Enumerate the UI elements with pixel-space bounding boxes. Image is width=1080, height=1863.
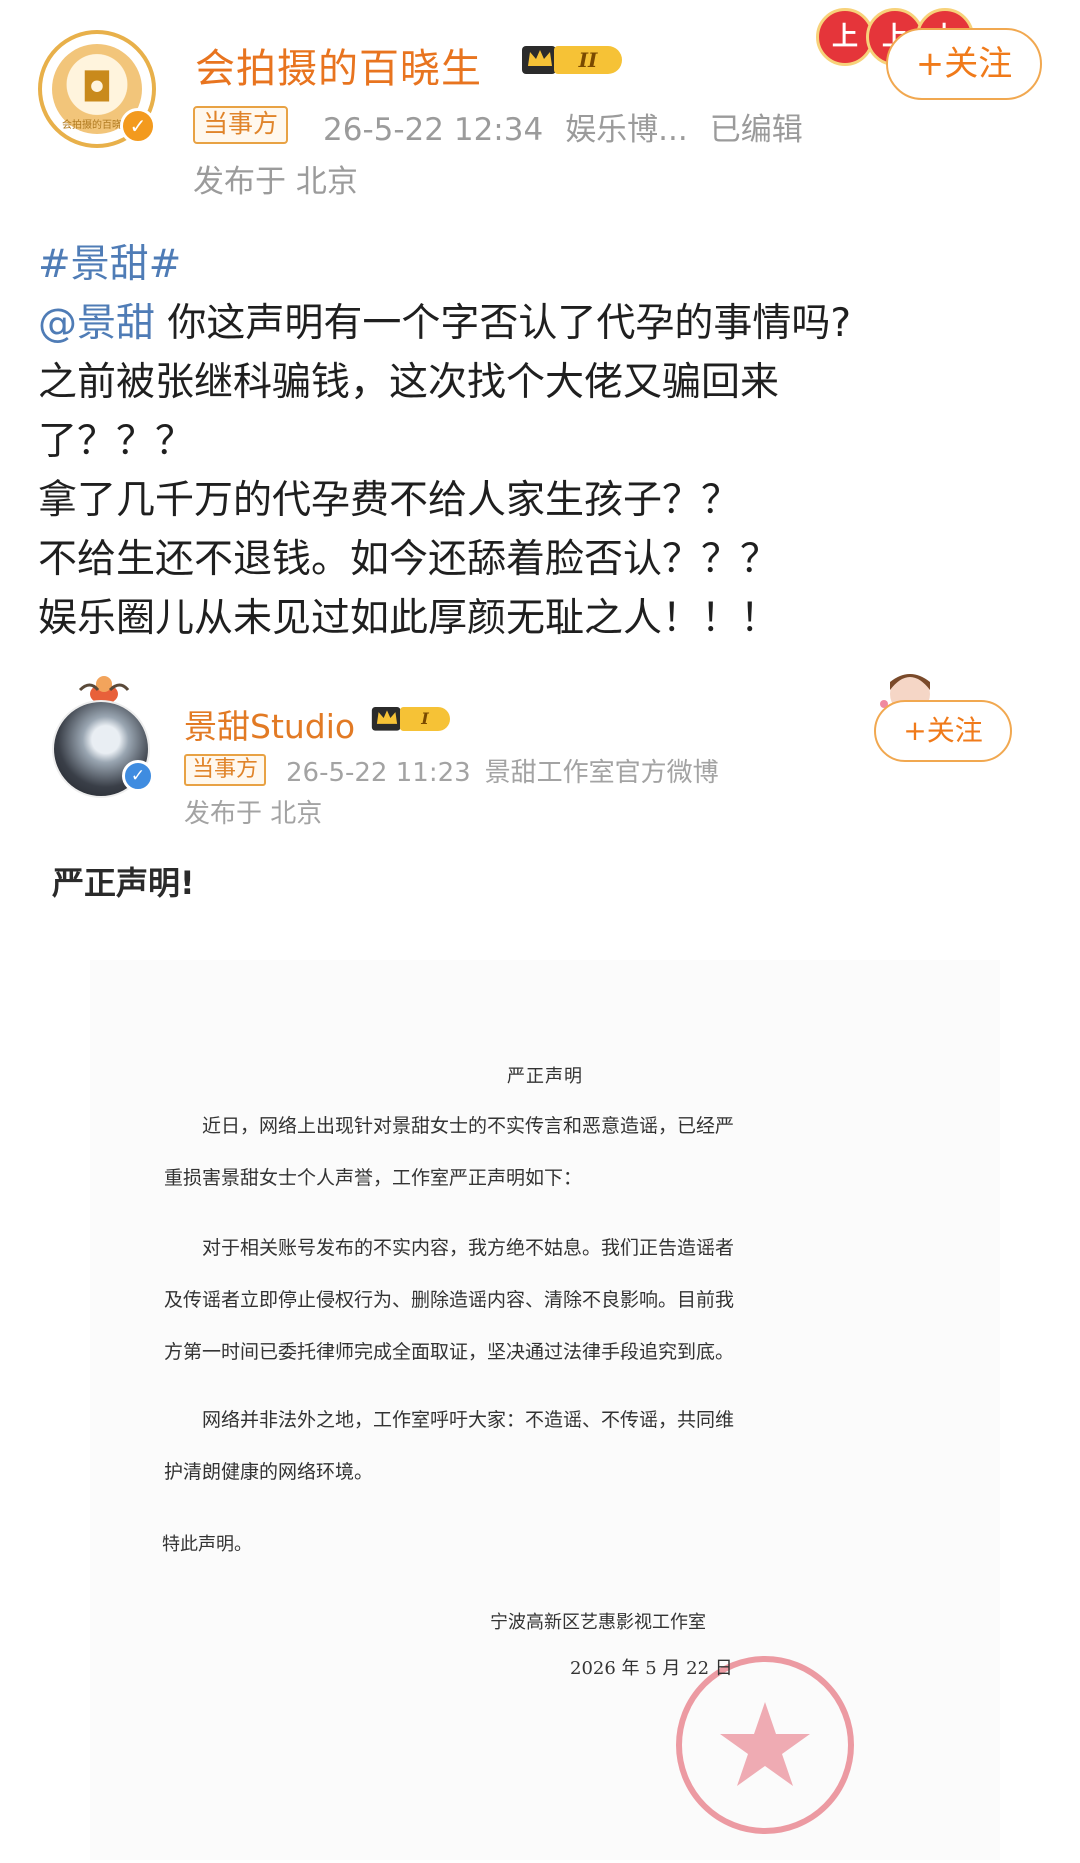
verified-icon: ✓ [120,108,156,144]
repost-author-name[interactable]: 景甜Studio [184,700,355,748]
document-line: 及传谣者立即停止侵权行为、删除造谣内容、清除不良影响。目前我 [164,1289,735,1311]
author-name[interactable]: 会拍摄的百晓生 [195,36,482,94]
document-line: 近日，网络上出现针对景甜女士的不实传言和恶意造谣，已经严 [202,1115,735,1137]
post-meta: 26-5-22 12:34 娱乐博... 已编辑 [323,104,825,149]
statement-document-image[interactable]: 严正声明 近日，网络上出现针对景甜女士的不实传言和恶意造谣，已经严 重损害景甜女… [90,960,1000,1860]
document-line: 护清朗健康的网络环境。 [164,1461,374,1483]
body-line: 了？？？ [38,419,195,464]
verified-icon: ✓ [122,760,154,792]
party-tag: 当事方 [193,106,289,144]
document-date: 2026 年 5 月 22 日 [570,1658,733,1679]
camera-logo-icon: ◘ [81,64,113,111]
edited-label[interactable]: 已编辑 [710,112,803,148]
document-line: 对于相关账号发布的不实内容，我方绝不姑息。我们正告造谣者 [202,1237,735,1259]
post-timestamp: 26-5-22 12:34 [323,112,544,148]
body-line: 不给生还不退钱。如今还舔着脸否认？？？ [38,537,780,582]
document-signer: 宁波高新区艺惠影视工作室 [490,1612,706,1633]
document-line: 网络并非法外之地，工作室呼吁大家：不造谣、不传谣，共同维 [202,1409,735,1431]
document-paragraph: 网络并非法外之地，工作室呼吁大家：不造谣、不传谣，共同维 护清朗健康的网络环境。 [164,1394,734,1498]
document-paragraph: 近日，网络上出现针对景甜女士的不实传言和恶意造谣，已经严 重损害景甜女士个人声誉… [164,1100,734,1204]
follow-button[interactable]: +关注 [886,28,1042,100]
crown-icon [371,707,401,731]
repost-location: 发布于 北京 [184,799,323,829]
body-line: @景甜 你这声明有一个字否认了代孕的事情吗? [38,294,1048,353]
mention-link[interactable]: @景甜 [38,301,155,346]
body-line: 娱乐圈儿从未见过如此厚颜无耻之人！！！ [38,596,780,641]
body-line-hashtag: #景甜# [38,235,1048,294]
document-line: 方第一时间已委托律师完成全面取证，坚决通过法律手段追究到底。 [164,1341,735,1363]
post-body: #景甜# @景甜 你这声明有一个字否认了代孕的事情吗? 之前被张继科骗钱，这次找… [38,235,1048,648]
repost-text: 严正声明! [52,864,195,902]
document-line: 重损害景甜女士个人声誉，工作室严正声明如下： [164,1167,583,1189]
repost-follow-button[interactable]: +关注 [874,700,1012,762]
document-title: 严正声明 [507,1066,583,1087]
level-label: I [400,707,450,731]
body-line: 拿了几千万的代孕费不给人家生孩子？？ [38,478,741,523]
repost-source[interactable]: 景甜工作室官方微博 [485,758,719,788]
post-source[interactable]: 娱乐博... [565,112,688,148]
hashtag-link[interactable]: #景甜# [38,242,181,287]
body-text: 你这声明有一个字否认了代孕的事情吗? [155,301,852,346]
repost-timestamp: 26-5-22 11:23 [286,758,471,788]
post-location: 发布于 北京 [193,164,358,200]
repost-meta: 26-5-22 11:23 景甜工作室官方微博 [286,752,733,789]
document-closing: 特此声明。 [162,1534,252,1555]
body-line: 之前被张继科骗钱，这次找个大佬又骗回来 [38,360,780,405]
level-label: II [554,46,622,74]
document-paragraph: 对于相关账号发布的不实内容，我方绝不姑息。我们正告造谣者 及传谣者立即停止侵权行… [164,1222,734,1378]
party-tag: 当事方 [184,754,267,786]
